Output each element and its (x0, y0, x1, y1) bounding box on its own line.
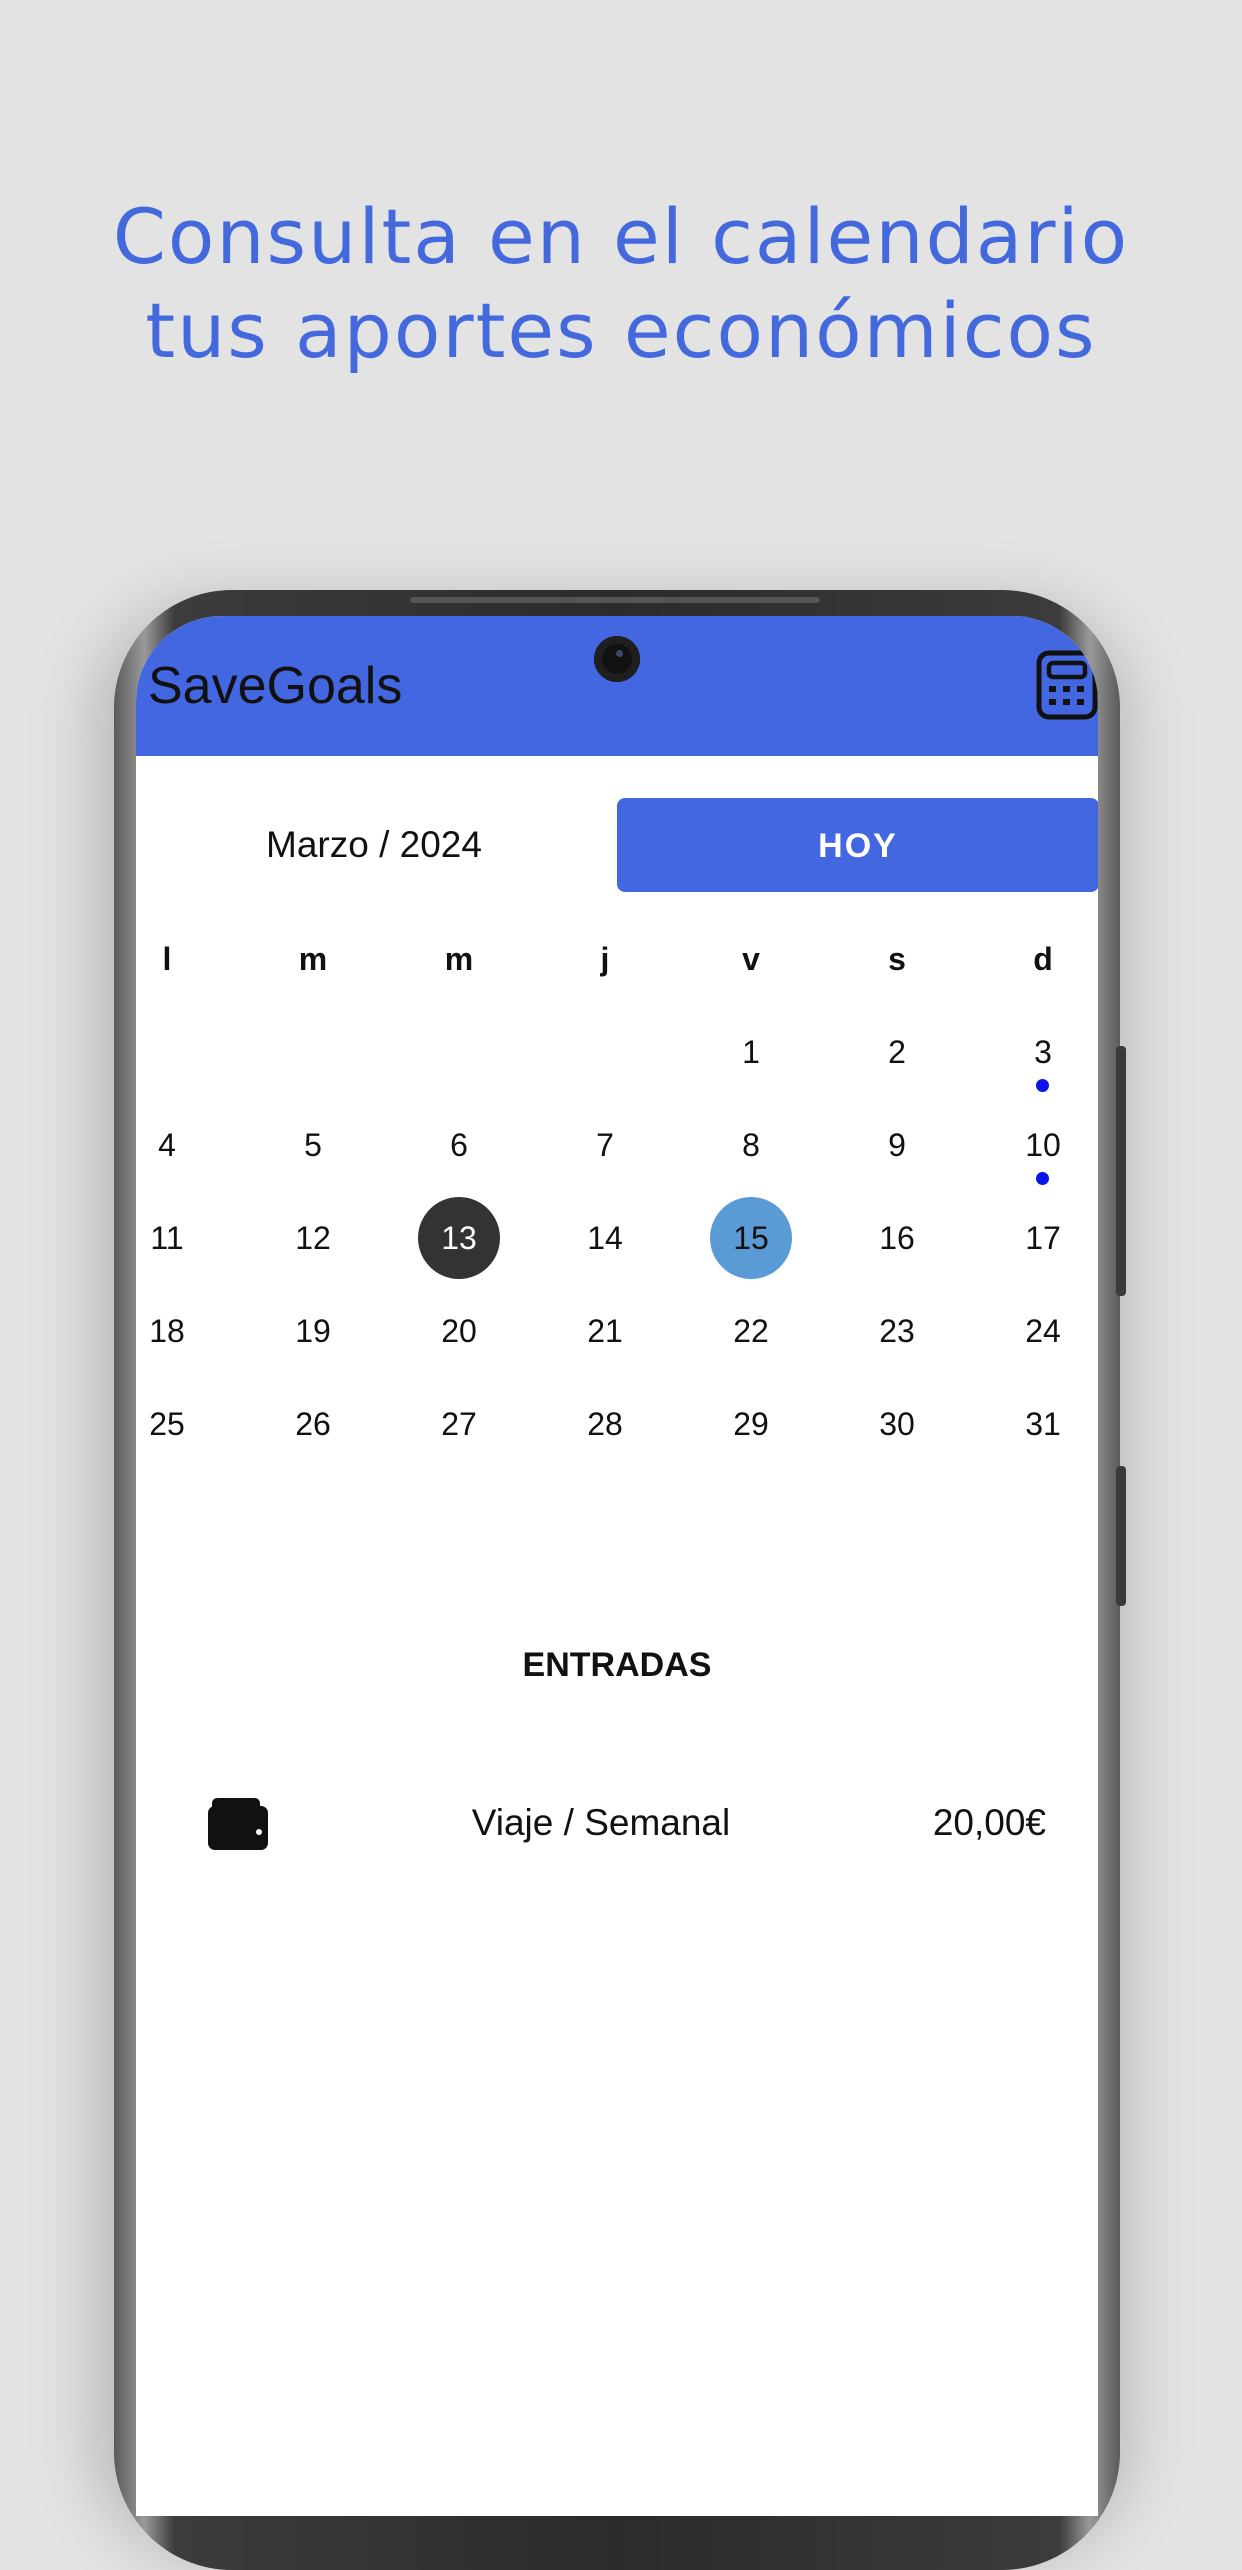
phone-volume-button (1116, 1466, 1126, 1606)
weekday-label: m (444, 941, 474, 977)
phone-power-button (1116, 1046, 1126, 1296)
calendar-day-number: 13 (418, 1197, 500, 1279)
calendar-day-number: 22 (733, 1313, 769, 1349)
calendar-day[interactable]: 27 (386, 1399, 532, 1492)
calendar-day-number: 8 (742, 1127, 760, 1163)
entry-indicator-dot (1036, 1079, 1049, 1092)
promo-headline-line-2: tus aportes económicos (145, 286, 1097, 375)
calendar-day-number: 20 (441, 1313, 477, 1349)
weekday-label: m (298, 941, 328, 977)
calendar-day-number: 19 (295, 1313, 331, 1349)
calendar-day-number: 26 (295, 1406, 331, 1442)
today-button[interactable]: HOY (617, 798, 1098, 892)
app-screen: SaveGoals Marzo / 2024 HOY lmmjvsd123456… (136, 616, 1098, 2516)
calendar-day-number: 24 (1025, 1313, 1061, 1349)
calendar-day-number: 21 (587, 1313, 623, 1349)
entry-amount: 20,00€ (932, 1802, 1046, 1843)
calendar-day-number: 23 (879, 1313, 915, 1349)
calendar-day-number: 14 (587, 1220, 623, 1256)
calendar-day-number: 29 (733, 1406, 769, 1442)
calendar-day-number: 27 (441, 1406, 477, 1442)
promo-headline: Consulta en el calendario tus aportes ec… (0, 190, 1242, 378)
calendar-day-number: 28 (587, 1406, 623, 1442)
calendar-day[interactable]: 26 (240, 1399, 386, 1492)
calendar-day-number: 12 (295, 1220, 331, 1256)
app-title: SaveGoals (148, 657, 403, 715)
weekday-label: l (162, 941, 172, 977)
calendar-day-number: 9 (888, 1127, 906, 1163)
calendar-grid: l m m j v s d 1 2 3 4 5 6 7 8 9 10 11 12 13 14 15 16 17 18 19 20 21… (136, 934, 1098, 1492)
weekday-header-row: lmmjvsd (136, 934, 1098, 1027)
entry-row[interactable]: Viaje / Semanal 20,00€ (136, 1786, 1098, 1866)
calendar-day-number: 16 (879, 1220, 915, 1256)
calendar-day-number: 25 (149, 1406, 185, 1442)
calendar-week-row: 25 26 27 28 29 30 31 (136, 1399, 1098, 1492)
calendar-day[interactable]: 28 (532, 1399, 678, 1492)
calendar-day-number: 17 (1025, 1220, 1061, 1256)
calendar-day-number: 1 (742, 1034, 760, 1070)
weekday-label: j (600, 941, 610, 977)
calendar-day-number: 4 (158, 1127, 176, 1163)
calendar-day-number: 7 (596, 1127, 614, 1163)
calendar-day-number: 6 (450, 1127, 468, 1163)
calculator-icon[interactable] (1036, 650, 1098, 720)
entry-indicator-dot (1036, 1172, 1049, 1185)
calendar-day-number: 18 (149, 1313, 185, 1349)
front-camera (594, 636, 640, 682)
wallet-icon (208, 1798, 268, 1850)
calendar-day-number: 30 (879, 1406, 915, 1442)
phone-speaker (410, 597, 820, 603)
calendar-day-number: 31 (1025, 1406, 1061, 1442)
calendar-day-number: 2 (888, 1034, 906, 1070)
month-year-label[interactable]: Marzo / 2024 (136, 824, 612, 866)
calendar-day-number: 5 (304, 1127, 322, 1163)
calendar-day[interactable]: 29 (678, 1399, 824, 1492)
calendar-day[interactable]: 25 (136, 1399, 240, 1492)
promo-headline-line-1: Consulta en el calendario (112, 192, 1130, 281)
entries-title: ENTRADAS (522, 1646, 712, 1684)
calendar-day-number: 11 (150, 1220, 184, 1256)
calendar-day[interactable]: 31 (970, 1399, 1098, 1492)
entry-name: Viaje / Semanal (471, 1802, 731, 1843)
calendar-day-number: 15 (710, 1197, 792, 1279)
calendar-day[interactable]: 30 (824, 1399, 970, 1492)
